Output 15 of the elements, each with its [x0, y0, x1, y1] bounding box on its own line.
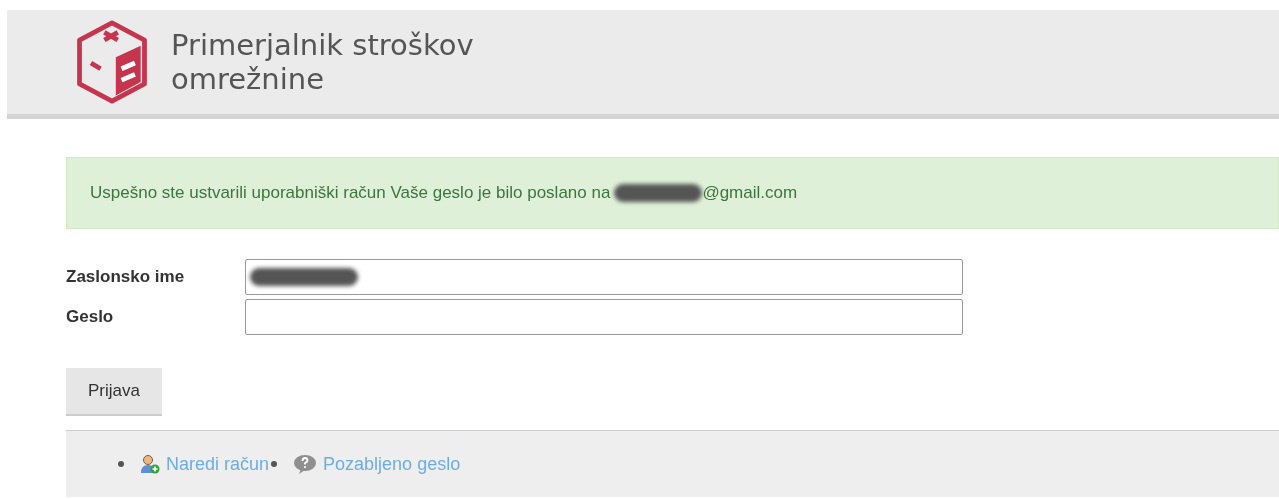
- footer-link[interactable]: Naredi račun: [166, 453, 270, 475]
- field-label: Zaslonsko ime: [66, 267, 186, 287]
- alert-message: Uspešno ste ustvarili uporabniški račun Vaše geslo je bilo poslano na: [90, 183, 611, 203]
- site-title: Primerjalnik stroškov: [171, 28, 474, 62]
- field-label: Geslo: [66, 307, 115, 327]
- site-title: omrežnine: [171, 62, 324, 96]
- input-field[interactable]: [245, 299, 963, 335]
- footer-link[interactable]: Pozabljeno geslo: [323, 453, 461, 475]
- user-add-icon: [140, 454, 160, 474]
- bullet-icon: [271, 461, 278, 467]
- bullet-icon: [118, 461, 124, 467]
- question-bubble-icon: [293, 454, 318, 474]
- alert-email: @gmail.com: [702, 183, 798, 203]
- login-button[interactable]: Prijava: [66, 368, 162, 416]
- input-field[interactable]: [245, 259, 963, 295]
